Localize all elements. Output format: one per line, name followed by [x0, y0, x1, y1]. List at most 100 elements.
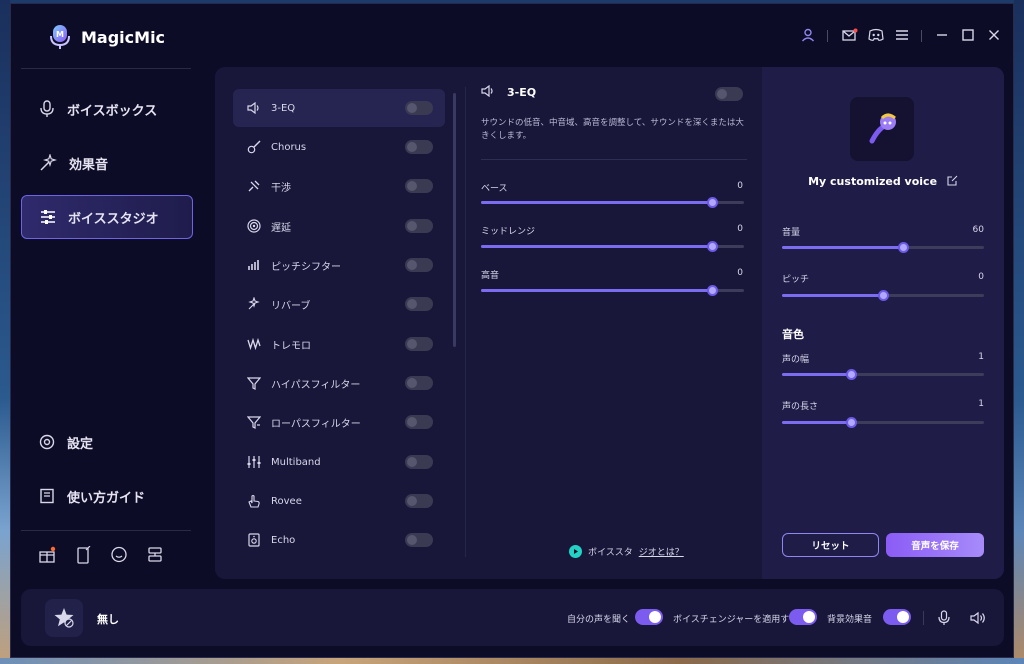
effect-toggle[interactable] — [405, 219, 433, 233]
settings-icon — [39, 434, 55, 450]
slider-knob[interactable] — [846, 417, 857, 428]
bass-slider[interactable] — [481, 197, 744, 208]
effect-toggle[interactable] — [405, 101, 433, 115]
toggle-label: 背景効果音 — [827, 615, 873, 625]
voice-length-slider[interactable] — [782, 417, 984, 428]
close-icon[interactable] — [985, 26, 1003, 44]
effect-item-multiband[interactable]: Multiband — [233, 443, 445, 481]
slider-knob[interactable] — [898, 242, 909, 253]
maximize-icon[interactable] — [959, 26, 977, 44]
microphone-icon — [40, 100, 54, 117]
effect-toggle[interactable] — [405, 455, 433, 469]
slider-fill — [782, 246, 903, 249]
link-text[interactable]: ジオとは？ — [639, 545, 684, 558]
effect-label: ハイパスフィルター — [271, 379, 361, 391]
link-prefix: ボイススタ — [588, 548, 633, 558]
sidebar-item-label: 効果音 — [69, 157, 109, 173]
effect-label: Echo — [271, 534, 296, 546]
effects-list: 3-EQ Chorus 干渉 遅延 ピッチシフター リバーブ トレモロ ハイパス… — [233, 89, 447, 559]
edit-icon[interactable] — [947, 175, 958, 186]
slider-knob[interactable] — [707, 241, 718, 252]
effect-toggle[interactable] — [405, 415, 433, 429]
slider-knob[interactable] — [878, 290, 889, 301]
speaker-icon — [247, 102, 259, 114]
sidebar-item-voice-studio[interactable]: ボイススタジオ — [21, 195, 193, 239]
effect-toggle[interactable] — [405, 533, 433, 547]
effect-toggle[interactable] — [405, 376, 433, 390]
slider-value: 0 — [737, 181, 743, 191]
effect-item-interference[interactable]: 干渉 — [233, 167, 445, 205]
magicmic-logo-icon: M — [50, 25, 70, 49]
effect-toggle[interactable] — [405, 297, 433, 311]
effect-item-highpass[interactable]: ハイパスフィルター — [233, 364, 445, 402]
slider-label: ベース — [481, 184, 508, 194]
effect-toggle[interactable] — [405, 337, 433, 351]
microphone-icon[interactable] — [935, 609, 953, 627]
effect-item-delay[interactable]: 遅延 — [233, 207, 445, 245]
minimize-icon[interactable] — [933, 26, 951, 44]
sidebar-item-voice-box[interactable]: ボイスボックス — [21, 87, 193, 131]
slider-fill — [782, 294, 883, 297]
effect-item-echo[interactable]: Echo — [233, 521, 445, 559]
app-window: M MagicMic ボイスボックス 効果音 ボイススタジオ 設定 使い方ガイド… — [10, 3, 1014, 658]
titlebar-separator — [921, 30, 922, 42]
effect-toggle[interactable] — [405, 494, 433, 508]
effect-label: Rovee — [271, 495, 302, 507]
voice-settings-panel: My customized voice 音量 60 ピッチ 0 音色 声の幅 1… — [762, 67, 1004, 579]
effect-toggle[interactable] — [405, 258, 433, 272]
gift-box-icon[interactable] — [38, 546, 56, 564]
current-voice-avatar[interactable] — [45, 599, 83, 637]
eq-toggle[interactable] — [715, 87, 743, 101]
effect-item-tremolo[interactable]: トレモロ — [233, 325, 445, 363]
save-voice-button[interactable]: 音声を保存 — [886, 533, 984, 557]
volume-slider[interactable] — [782, 242, 984, 253]
pitch-slider[interactable] — [782, 290, 984, 301]
toggle-label: ボイスチェンジャーを適用する — [673, 615, 799, 625]
slider-knob[interactable] — [846, 369, 857, 380]
satellite-icon — [248, 180, 260, 192]
guitar-icon — [247, 140, 261, 154]
effect-item-reverb[interactable]: リバーブ — [233, 285, 445, 323]
chat-bubble-icon[interactable] — [110, 546, 128, 564]
eq-description: サウンドの低音、中音域、高音を調整して、サウンドを深くまたは大きくします。 — [481, 118, 744, 141]
midrange-slider[interactable] — [481, 241, 744, 252]
hear-myself-toggle[interactable] — [635, 609, 663, 625]
slider-knob[interactable] — [707, 197, 718, 208]
voice-studio-info-link[interactable]: ボイススタ ジオとは？ — [569, 545, 684, 558]
effect-item-3-eq[interactable]: 3-EQ — [233, 89, 445, 127]
mobile-icon[interactable] — [74, 546, 92, 564]
reset-button[interactable]: リセット — [782, 533, 879, 557]
slider-knob[interactable] — [707, 285, 718, 296]
effect-toggle[interactable] — [405, 140, 433, 154]
eq-divider — [481, 159, 747, 160]
discord-icon[interactable] — [867, 26, 885, 44]
speaker-volume-icon[interactable] — [969, 609, 987, 627]
apply-voice-changer-toggle[interactable] — [789, 609, 817, 625]
slider-value: 0 — [978, 272, 984, 282]
eq-panel: 3-EQ サウンドの低音、中音域、高音を調整して、サウンドを深くまたは大きくしま… — [481, 81, 747, 561]
sidebar-item-sound-effects[interactable]: 効果音 — [21, 141, 193, 185]
sidebar-item-guide[interactable]: 使い方ガイド — [21, 474, 193, 518]
menu-icon[interactable] — [893, 26, 911, 44]
mail-icon[interactable] — [841, 26, 859, 44]
effect-label: Chorus — [271, 141, 307, 153]
slider-fill — [481, 245, 712, 248]
effect-item-pitch-shifter[interactable]: ピッチシフター — [233, 246, 445, 284]
sidebar-item-label: ボイスボックス — [67, 103, 158, 119]
effects-scrollbar[interactable] — [453, 93, 456, 347]
background-effects-toggle[interactable] — [883, 609, 911, 625]
wave-icon — [247, 338, 261, 350]
feedback-icon[interactable] — [146, 546, 164, 564]
effect-toggle[interactable] — [405, 179, 433, 193]
slider-label: 音量 — [782, 228, 801, 238]
slider-fill — [481, 289, 712, 292]
effect-item-lowpass[interactable]: ローパスフィルター — [233, 403, 445, 441]
guide-book-icon — [40, 488, 54, 504]
sidebar-item-settings[interactable]: 設定 — [21, 420, 193, 464]
treble-slider[interactable] — [481, 285, 744, 296]
echo-icon — [248, 533, 260, 547]
effect-item-rovee[interactable]: Rovee — [233, 482, 445, 520]
voice-width-slider[interactable] — [782, 369, 984, 380]
user-icon[interactable] — [799, 26, 817, 44]
effect-item-chorus[interactable]: Chorus — [233, 128, 445, 166]
